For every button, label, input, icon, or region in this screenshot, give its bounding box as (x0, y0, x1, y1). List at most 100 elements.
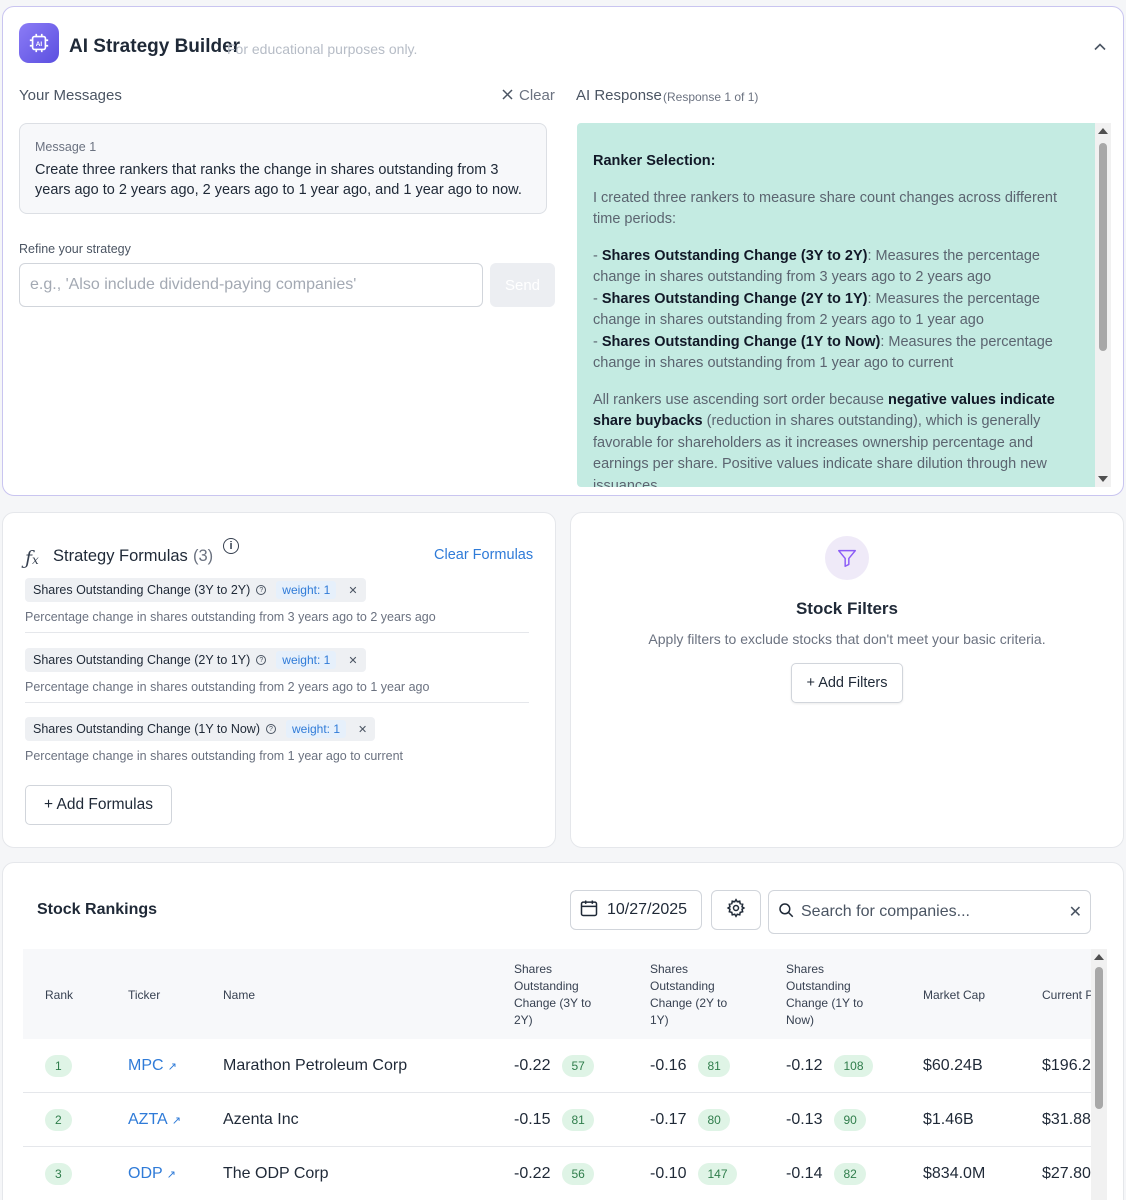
ticker-link[interactable]: ODP (128, 1165, 163, 1182)
filters-title: Stock Filters (795, 599, 899, 618)
market-cap-cell: $1.46B (923, 1110, 974, 1128)
change-1y-now-cell: -0.12 108 (786, 1054, 873, 1077)
rank-pill: 82 (834, 1162, 866, 1185)
col-market-cap[interactable]: Market Cap (923, 987, 985, 1004)
help-icon[interactable]: ? (256, 655, 267, 665)
remove-formula-icon[interactable]: ✕ (358, 723, 367, 736)
change-3y-2y-cell: -0.15 81 (514, 1108, 594, 1131)
formula-description: Percentage change in shares outstanding … (25, 610, 529, 633)
rank-pill: 81 (562, 1108, 594, 1131)
ai-response-label: AI Response (576, 87, 662, 104)
table-row[interactable]: 2 AZTA ↗ Azenta Inc -0.15 81 -0.17 80 -0.13… (23, 1093, 1091, 1147)
col-current-price[interactable]: Current P (1042, 987, 1091, 1004)
col-change-3y-2y[interactable]: Shares Outstanding Change (3Y to 2Y) (514, 961, 604, 1029)
search-input[interactable] (801, 903, 1063, 921)
help-icon[interactable]: ? (256, 585, 267, 595)
formula-description: Percentage change in shares outstanding … (25, 680, 529, 703)
formula-chip: Shares Outstanding Change (1Y to Now) ? … (25, 717, 376, 741)
ai-chip-icon: AI (19, 23, 59, 63)
external-link-icon[interactable]: ↗ (172, 1115, 181, 1127)
formula-name: Shares Outstanding Change (1Y to Now) (33, 722, 260, 736)
market-cap-cell: $60.24B (923, 1056, 983, 1074)
formulas-count: (3) (193, 547, 214, 565)
external-link-icon[interactable]: ↗ (167, 1169, 176, 1181)
response-list-item: - Shares Outstanding Change (2Y to 1Y): … (593, 290, 1040, 329)
response-list-item: - Shares Outstanding Change (1Y to Now):… (593, 333, 1053, 372)
scroll-up-arrow[interactable] (1094, 954, 1104, 960)
calendar-icon (579, 898, 599, 923)
remove-formula-icon[interactable]: ✕ (348, 584, 357, 597)
page-subtitle: For educational purposes only. (227, 41, 418, 57)
change-2y-1y-cell: -0.16 81 (650, 1054, 730, 1077)
scrollbar-thumb[interactable] (1099, 143, 1107, 351)
date-value: 10/27/2025 (607, 901, 688, 918)
formula-name: Shares Outstanding Change (3Y to 2Y) (33, 583, 251, 597)
send-button[interactable]: Send (490, 263, 555, 307)
col-ticker[interactable]: Ticker (128, 987, 160, 1004)
refine-strategy-input[interactable] (19, 263, 483, 307)
message-card: Message 1 Create three rankers that rank… (19, 123, 547, 214)
formula-chip: Shares Outstanding Change (2Y to 1Y) ? w… (25, 648, 366, 672)
clear-search-icon[interactable]: ✕ (1069, 902, 1082, 922)
page-title: AI Strategy Builder (69, 36, 241, 57)
col-rank[interactable]: Rank (45, 987, 73, 1004)
change-1y-now-cell: -0.13 90 (786, 1108, 866, 1131)
formula-item: Shares Outstanding Change (2Y to 1Y) ? w… (25, 648, 529, 703)
price-cell: $27.80 (1042, 1164, 1091, 1182)
help-icon[interactable]: ? (265, 724, 276, 734)
response-paragraph: All rankers use ascending sort order bec… (593, 391, 1055, 488)
external-link-icon[interactable]: ↗ (168, 1061, 177, 1073)
rank-badge: 1 (45, 1054, 72, 1077)
add-formulas-button[interactable]: + Add Formulas (25, 785, 172, 825)
strategy-formulas-panel: ƒx Strategy Formulas (3) i Clear Formula… (2, 512, 556, 848)
clear-formulas-link[interactable]: Clear Formulas (434, 547, 533, 563)
ai-response-content: Ranker Selection: I created three ranker… (577, 123, 1095, 487)
clear-label: Clear (519, 87, 555, 104)
col-name[interactable]: Name (223, 987, 255, 1004)
scroll-down-arrow[interactable] (1098, 476, 1108, 482)
rank-pill: 147 (698, 1162, 737, 1185)
weight-badge[interactable]: weight: 1 (276, 581, 337, 599)
change-1y-now-cell: -0.14 82 (786, 1162, 866, 1185)
col-change-2y-1y[interactable]: Shares Outstanding Change (2Y to 1Y) (650, 961, 740, 1029)
search-icon (777, 901, 795, 924)
table-scrollbar[interactable] (1091, 949, 1107, 1200)
rankings-title: Stock Rankings (37, 901, 158, 918)
scrollbar-thumb[interactable] (1095, 967, 1103, 1109)
formulas-title: Strategy Formulas (53, 547, 188, 565)
add-filters-button[interactable]: + Add Filters (791, 663, 903, 703)
ticker-link[interactable]: AZTA (128, 1111, 168, 1128)
filter-icon (825, 536, 869, 580)
info-icon[interactable]: i (223, 538, 239, 554)
remove-formula-icon[interactable]: ✕ (348, 654, 357, 667)
formula-chip: Shares Outstanding Change (3Y to 2Y) ? w… (25, 578, 366, 602)
change-3y-2y-cell: -0.22 56 (514, 1162, 594, 1185)
scroll-up-arrow[interactable] (1098, 128, 1108, 134)
settings-button[interactable] (711, 890, 761, 930)
your-messages-label: Your Messages (19, 87, 122, 104)
formula-item: Shares Outstanding Change (3Y to 2Y) ? w… (25, 578, 529, 633)
response-intro: I created three rankers to measure share… (593, 189, 1057, 228)
col-change-1y-now[interactable]: Shares Outstanding Change (1Y to Now) (786, 961, 876, 1029)
close-icon (502, 87, 513, 104)
filters-subtitle: Apply filters to exclude stocks that don… (648, 631, 1046, 647)
formula-item: Shares Outstanding Change (1Y to Now) ? … (25, 717, 529, 771)
gear-icon (726, 897, 746, 923)
ai-strategy-builder-panel: AI AI Strategy Builder For educational p… (2, 6, 1124, 496)
chevron-up-icon[interactable] (1093, 40, 1107, 54)
search-box: ✕ (768, 890, 1091, 934)
weight-badge[interactable]: weight: 1 (276, 651, 337, 669)
response-list: - Shares Outstanding Change (3Y to 2Y): … (593, 246, 1079, 375)
rank-pill: 90 (834, 1108, 866, 1131)
response-scrollbar[interactable] (1095, 123, 1111, 487)
rank-pill: 56 (562, 1162, 594, 1185)
clear-messages-button[interactable]: Clear (502, 87, 555, 104)
market-cap-cell: $834.0M (923, 1164, 986, 1182)
table-row[interactable]: 3 ODP ↗ The ODP Corp -0.22 56 -0.10 147 -0.… (23, 1147, 1091, 1200)
message-text: Create three rankers that ranks the chan… (35, 162, 522, 198)
table-row[interactable]: 1 MPC ↗ Marathon Petroleum Corp -0.22 57 -… (23, 1039, 1091, 1093)
stock-rankings-panel: Stock Rankings 10/27/2025 ✕ Rank Ticker … (2, 862, 1124, 1200)
date-picker[interactable]: 10/27/2025 (570, 890, 702, 930)
ticker-link[interactable]: MPC (128, 1057, 164, 1074)
weight-badge[interactable]: weight: 1 (285, 720, 347, 738)
